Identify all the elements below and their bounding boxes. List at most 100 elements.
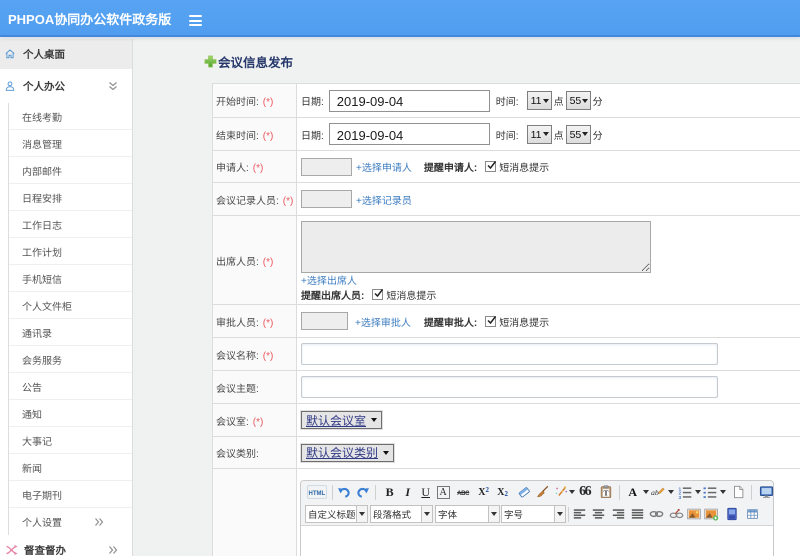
ordered-list-icon[interactable]: 123 xyxy=(678,483,692,501)
row-meeting-room: 会议室: (*) 默认会议室 xyxy=(212,403,800,437)
eraser-icon[interactable] xyxy=(516,483,532,501)
subscript-icon[interactable]: X2 xyxy=(495,483,511,501)
sidebar-item-label: 公告 xyxy=(22,379,42,394)
paste-as-text-icon[interactable]: T xyxy=(598,483,614,501)
required-marker: (*) xyxy=(262,346,274,362)
insert-table-icon[interactable] xyxy=(747,505,758,523)
sidebar-item-news[interactable]: 新闻 xyxy=(9,454,132,481)
start-minute-select[interactable]: 55 xyxy=(565,91,591,110)
applicant-input[interactable] xyxy=(301,157,352,176)
approver-sms-checkbox[interactable] xyxy=(485,315,497,327)
dropdown-arrow-icon[interactable] xyxy=(642,490,649,494)
font-color-icon[interactable]: A xyxy=(626,483,640,501)
sidebar-item-major-events[interactable]: 大事记 xyxy=(9,427,132,454)
dropdown-arrow-icon[interactable] xyxy=(568,490,575,494)
check-icon xyxy=(374,288,384,297)
redo-icon[interactable] xyxy=(356,483,370,501)
menu-icon[interactable] xyxy=(189,15,202,27)
remove-format-icon[interactable]: A xyxy=(436,485,450,499)
unordered-list-icon[interactable] xyxy=(703,483,717,501)
meeting-subject-input[interactable] xyxy=(301,376,718,398)
sidebar-item-label: 工作计划 xyxy=(22,244,62,259)
end-hour-select[interactable]: 11 xyxy=(526,124,552,144)
quick-format-icon[interactable] xyxy=(554,483,568,501)
sidebar-item-announcements[interactable]: 公告 xyxy=(9,373,132,400)
blockquote-icon[interactable]: 66 xyxy=(577,483,593,501)
dropdown-arrow-icon[interactable] xyxy=(719,490,726,494)
align-left-icon[interactable] xyxy=(573,505,586,523)
check-icon xyxy=(487,315,497,324)
recorder-input[interactable] xyxy=(301,190,352,208)
sidebar-item-notices[interactable]: 通知 xyxy=(9,400,132,427)
choose-attendees-link[interactable]: +选择出席人 xyxy=(301,272,357,287)
sidebar-item-desktop[interactable]: 个人桌面 xyxy=(0,39,132,69)
field-label: 会议记录人员: xyxy=(216,191,279,207)
highlight-color-icon[interactable]: ab xyxy=(651,483,665,501)
editor-toolbar-row2: 自定义标题 段落格式 字体 字号 xyxy=(301,503,773,526)
insert-link-icon[interactable] xyxy=(649,505,664,523)
strikethrough-icon[interactable]: ABC xyxy=(455,483,472,501)
align-center-icon[interactable] xyxy=(592,505,605,523)
editor-content-area[interactable] xyxy=(301,526,773,550)
sidebar-item-supervision[interactable]: 督查督办 xyxy=(0,538,132,556)
superscript-icon[interactable]: X2 xyxy=(476,483,492,501)
sidebar-item-label: 通讯录 xyxy=(22,325,52,340)
meeting-type-select[interactable]: 默认会议类别 xyxy=(301,443,395,462)
sidebar-item-e-journal[interactable]: 电子期刊 xyxy=(9,481,132,508)
sidebar-item-contacts[interactable]: 通讯录 xyxy=(9,319,132,346)
field-row: 日期: 时间: 11 点 55 分 xyxy=(301,89,800,112)
value-cell: 默认会议类别 xyxy=(296,436,800,469)
insert-image-icon[interactable] xyxy=(687,505,701,523)
sidebar-item-sms[interactable]: 手机短信 xyxy=(9,265,132,292)
sidebar-item-label: 消息管理 xyxy=(22,136,62,151)
undo-icon[interactable] xyxy=(337,483,351,501)
start-hour-select[interactable]: 11 xyxy=(526,91,552,110)
sidebar-item-meeting-services[interactable]: 会务服务 xyxy=(9,346,132,373)
end-date-input[interactable] xyxy=(328,123,490,145)
label-cell: 会议室: (*) xyxy=(212,403,297,437)
dropdown-arrow-icon[interactable] xyxy=(667,490,674,494)
select-value: 11 xyxy=(530,126,542,142)
choose-applicant-link[interactable]: +选择申请人 xyxy=(356,159,412,174)
align-justify-icon[interactable] xyxy=(631,505,644,523)
sidebar-item-schedule[interactable]: 日程安排 xyxy=(9,184,132,211)
chevrons-right-icon xyxy=(95,517,104,526)
sidebar-item-work-log[interactable]: 工作日志 xyxy=(9,211,132,238)
sidebar-item-personal-settings[interactable]: 个人设置 xyxy=(9,508,132,535)
italic-icon[interactable]: I xyxy=(400,483,416,501)
page-title: 会议信息发布 xyxy=(204,52,293,71)
sidebar-item-work-plan[interactable]: 工作计划 xyxy=(9,238,132,265)
meeting-room-select[interactable]: 默认会议室 xyxy=(301,411,383,429)
insert-media-icon[interactable] xyxy=(726,505,738,523)
attendees-sms-checkbox[interactable] xyxy=(372,288,384,300)
align-right-icon[interactable] xyxy=(612,505,625,523)
end-minute-select[interactable]: 55 xyxy=(565,124,591,144)
remove-link-icon[interactable] xyxy=(669,505,684,523)
bold-icon[interactable]: B xyxy=(382,483,398,501)
meeting-name-input[interactable] xyxy=(301,343,718,365)
heading-style-select[interactable]: 自定义标题 xyxy=(305,505,368,523)
sidebar-item-office[interactable]: 个人办公 xyxy=(0,69,132,103)
dropdown-arrow-icon xyxy=(542,98,549,103)
dropdown-arrow-icon[interactable] xyxy=(694,490,701,494)
applicant-sms-checkbox[interactable] xyxy=(485,161,497,172)
new-page-icon[interactable] xyxy=(732,483,746,501)
fullscreen-icon[interactable] xyxy=(759,483,774,501)
attendees-textarea[interactable] xyxy=(301,221,651,273)
sidebar-item-internal-mail[interactable]: 内部邮件 xyxy=(9,157,132,184)
format-brush-icon[interactable] xyxy=(535,483,551,501)
source-code-button[interactable]: HTML xyxy=(307,483,327,501)
sidebar-item-attendance[interactable]: 在线考勤 xyxy=(9,103,132,130)
paragraph-format-select[interactable]: 段落格式 xyxy=(370,505,433,523)
underline-icon[interactable]: U xyxy=(418,483,434,501)
font-family-select[interactable]: 字体 xyxy=(435,505,500,523)
sidebar-item-file-cabinet[interactable]: 个人文件柜 xyxy=(9,292,132,319)
sidebar-item-messages[interactable]: 消息管理 xyxy=(9,130,132,157)
choose-approver-link[interactable]: +选择审批人 xyxy=(355,314,411,329)
font-size-select[interactable]: 字号 xyxy=(501,505,566,523)
start-date-input[interactable] xyxy=(328,89,490,112)
approver-input[interactable] xyxy=(301,312,348,330)
upload-image-icon[interactable] xyxy=(704,505,719,523)
choose-recorder-link[interactable]: +选择记录员 xyxy=(356,192,412,207)
field-row: +选择审批人 提醒审批人: 短消息提示 xyxy=(301,312,800,330)
